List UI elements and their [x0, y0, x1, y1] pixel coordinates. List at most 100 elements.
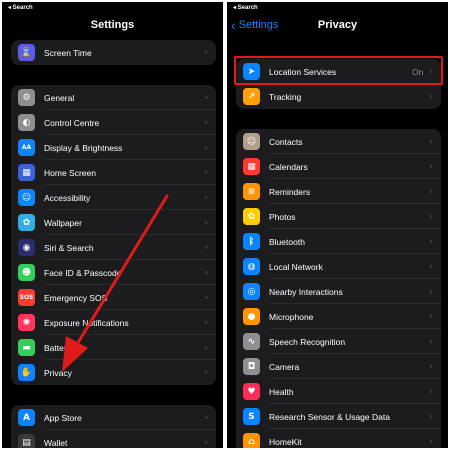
- chevron-right-icon: ›: [429, 261, 433, 272]
- calendar-icon: ▦: [243, 158, 260, 175]
- flower-icon: ✿: [18, 214, 35, 231]
- chevron-right-icon: ›: [204, 412, 208, 423]
- chevron-left-icon: ‹: [231, 16, 236, 33]
- siri-icon: ◉: [18, 239, 35, 256]
- row-label: Control Centre: [44, 117, 100, 128]
- row-display-brightness[interactable]: AA Display & Brightness ›: [11, 135, 216, 160]
- settings-panel: ◂ Search Settings ⌛ Screen Time › ⚙ General…: [2, 2, 223, 448]
- row-label: Wallpaper: [44, 217, 82, 228]
- battery-icon: ▬: [18, 339, 35, 356]
- row-label: Privacy: [44, 367, 72, 378]
- chevron-right-icon: ›: [429, 386, 433, 397]
- row-app-store[interactable]: A App Store ›: [11, 405, 216, 430]
- chevron-right-icon: ›: [429, 286, 433, 297]
- row-label: Display & Brightness: [44, 142, 123, 153]
- row-label: Calendars: [269, 161, 308, 172]
- row-label: Local Network: [269, 261, 323, 272]
- row-wallpaper[interactable]: ✿ Wallpaper ›: [11, 210, 216, 235]
- row-bluetooth[interactable]: ᛒ Bluetooth ›: [236, 229, 441, 254]
- chevron-right-icon: ›: [204, 167, 208, 178]
- row-microphone[interactable]: ● Microphone ›: [236, 304, 441, 329]
- row-label: Siri & Search: [44, 242, 94, 253]
- row-label: Battery: [44, 342, 71, 353]
- settings-group-general: ⚙ General › ◐ Control Centre › AA Display & Bri…: [11, 85, 216, 385]
- row-label: Home Screen: [44, 167, 96, 178]
- row-label: Face ID & Passcode: [44, 267, 122, 278]
- row-emergency-sos[interactable]: SOS Emergency SOS ›: [11, 285, 216, 310]
- chevron-right-icon: ›: [429, 436, 433, 447]
- reminders-icon: ≡: [243, 183, 260, 200]
- back-button[interactable]: ‹ Settings: [231, 16, 278, 33]
- row-research-sensor-usage-data[interactable]: S Research Sensor & Usage Data ›: [236, 404, 441, 429]
- privacy-group-permissions: ☺ Contacts › ▦ Calendars › ≡ Reminders › ✿ Photos ›…: [236, 129, 441, 448]
- row-siri-search[interactable]: ◉ Siri & Search ›: [11, 235, 216, 260]
- row-face-id-passcode[interactable]: ☻ Face ID & Passcode ›: [11, 260, 216, 285]
- heart-icon: ♥: [243, 383, 260, 400]
- chevron-right-icon: ›: [204, 342, 208, 353]
- waveform-icon: ∿: [243, 333, 260, 350]
- bluetooth-icon: ᛒ: [243, 233, 260, 250]
- row-privacy[interactable]: ✋ Privacy ›: [11, 360, 216, 385]
- settings-group-screen-time: ⌛ Screen Time ›: [11, 40, 216, 65]
- chevron-right-icon: ›: [429, 91, 433, 102]
- wallet-icon: ▤: [18, 434, 35, 448]
- row-control-centre[interactable]: ◐ Control Centre ›: [11, 110, 216, 135]
- row-label: Reminders: [269, 186, 311, 197]
- chevron-right-icon: ›: [204, 217, 208, 228]
- row-contacts[interactable]: ☺ Contacts ›: [236, 129, 441, 154]
- row-label: Research Sensor & Usage Data: [269, 411, 390, 422]
- location-services-highlight-box: [234, 56, 443, 85]
- chevron-right-icon: ›: [204, 47, 208, 58]
- back-to-search-label[interactable]: ◂ Search: [8, 4, 33, 11]
- row-general[interactable]: ⚙ General ›: [11, 85, 216, 110]
- row-screen-time[interactable]: ⌛ Screen Time ›: [11, 40, 216, 65]
- contacts-icon: ☺: [243, 133, 260, 150]
- row-health[interactable]: ♥ Health ›: [236, 379, 441, 404]
- privacy-panel: ◂ Search ‹ Settings Privacy ➤ Location Se…: [227, 2, 448, 448]
- row-reminders[interactable]: ≡ Reminders ›: [236, 179, 441, 204]
- row-accessibility[interactable]: ☺ Accessibility ›: [11, 185, 216, 210]
- row-label: Accessibility: [44, 192, 91, 203]
- row-label: Speech Recognition: [269, 336, 346, 347]
- home-icon: ⌂: [243, 433, 260, 448]
- chevron-right-icon: ›: [204, 317, 208, 328]
- chevron-right-icon: ›: [204, 267, 208, 278]
- row-calendars[interactable]: ▦ Calendars ›: [236, 154, 441, 179]
- row-tracking[interactable]: ↗ Tracking ›: [236, 84, 441, 109]
- row-home-screen[interactable]: ▦ Home Screen ›: [11, 160, 216, 185]
- chevron-right-icon: ›: [429, 136, 433, 147]
- sos-icon: SOS: [18, 289, 35, 306]
- row-homekit[interactable]: ⌂ HomeKit ›: [236, 429, 441, 448]
- row-label: Wallet: [44, 437, 68, 448]
- row-label: Microphone: [269, 311, 314, 322]
- accessibility-icon: ☺: [18, 189, 35, 206]
- row-photos[interactable]: ✿ Photos ›: [236, 204, 441, 229]
- chevron-right-icon: ›: [429, 211, 433, 222]
- hand-icon: ✋: [18, 364, 35, 381]
- photos-icon: ✿: [243, 208, 260, 225]
- exposure-icon: ✺: [18, 314, 35, 331]
- row-local-network[interactable]: ◍ Local Network ›: [236, 254, 441, 279]
- row-label: Screen Time: [44, 47, 92, 58]
- row-battery[interactable]: ▬ Battery ›: [11, 335, 216, 360]
- row-label: Contacts: [269, 136, 303, 147]
- row-camera[interactable]: ◘ Camera ›: [236, 354, 441, 379]
- row-nearby-interactions[interactable]: ◎ Nearby Interactions ›: [236, 279, 441, 304]
- row-label: Exposure Notifications: [44, 317, 129, 328]
- chevron-right-icon: ›: [204, 117, 208, 128]
- chevron-right-icon: ›: [204, 192, 208, 203]
- chevron-right-icon: ›: [429, 361, 433, 372]
- row-exposure-notifications[interactable]: ✺ Exposure Notifications ›: [11, 310, 216, 335]
- row-wallet[interactable]: ▤ Wallet ›: [11, 430, 216, 448]
- camera-icon: ◘: [243, 358, 260, 375]
- row-label: Bluetooth: [269, 236, 305, 247]
- page-title: Privacy: [317, 19, 358, 31]
- research-icon: S: [243, 408, 260, 425]
- back-to-search-label[interactable]: ◂ Search: [233, 4, 258, 11]
- chevron-right-icon: ›: [429, 236, 433, 247]
- row-speech-recognition[interactable]: ∿ Speech Recognition ›: [236, 329, 441, 354]
- chevron-right-icon: ›: [204, 242, 208, 253]
- page-title: Settings: [90, 19, 135, 31]
- chevron-right-icon: ›: [204, 142, 208, 153]
- microphone-icon: ●: [243, 308, 260, 325]
